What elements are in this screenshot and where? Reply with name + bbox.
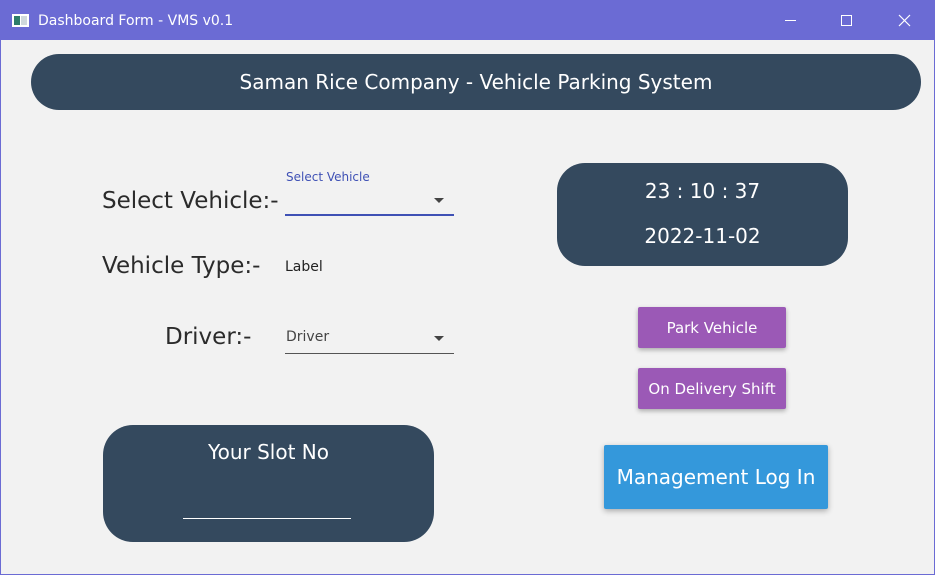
select-vehicle-dropdown[interactable] — [285, 186, 454, 216]
driver-label: Driver:- — [165, 324, 252, 350]
maximize-icon — [840, 15, 852, 26]
management-login-button[interactable]: Management Log In — [604, 445, 828, 509]
close-button[interactable] — [875, 1, 933, 40]
slot-title: Your Slot No — [208, 440, 329, 464]
page-title: Saman Rice Company - Vehicle Parking Sys… — [239, 70, 713, 94]
app-icon — [12, 14, 29, 27]
chevron-down-icon — [434, 198, 444, 203]
app-window: Dashboard Form - VMS v0.1 Saman Rice Com… — [0, 0, 935, 575]
park-vehicle-button[interactable]: Park Vehicle — [638, 307, 786, 348]
close-icon — [898, 14, 910, 27]
window-title: Dashboard Form - VMS v0.1 — [38, 13, 234, 29]
slot-panel: Your Slot No — [103, 425, 434, 542]
vehicle-type-label: Vehicle Type:- — [102, 253, 261, 279]
on-delivery-shift-button[interactable]: On Delivery Shift — [638, 368, 786, 409]
maximize-button[interactable] — [817, 1, 875, 40]
vehicle-type-value: Label — [285, 259, 323, 275]
clock-panel: 23 : 10 : 37 2022-11-02 — [557, 163, 848, 266]
select-vehicle-label: Select Vehicle:- — [102, 188, 279, 214]
title-bar[interactable]: Dashboard Form - VMS v0.1 — [1, 1, 934, 40]
select-vehicle-floating-label: Select Vehicle — [286, 170, 370, 184]
minimize-button[interactable] — [761, 1, 819, 40]
driver-dropdown[interactable]: Driver — [285, 324, 454, 354]
clock-time: 23 : 10 : 37 — [644, 179, 761, 203]
minimize-icon — [784, 20, 796, 21]
page-header: Saman Rice Company - Vehicle Parking Sys… — [31, 54, 921, 110]
clock-date: 2022-11-02 — [644, 224, 761, 248]
chevron-down-icon — [434, 336, 444, 341]
driver-value: Driver — [286, 329, 330, 345]
slot-number-underline — [183, 518, 351, 519]
